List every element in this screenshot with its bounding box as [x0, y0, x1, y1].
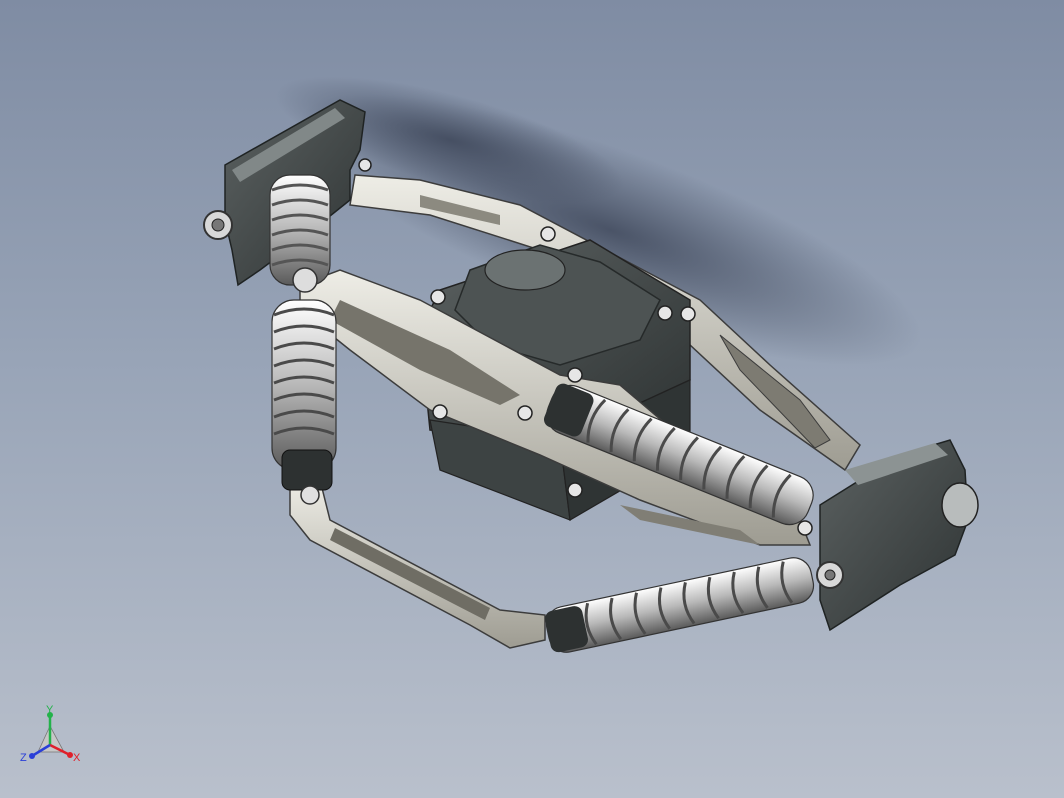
lower-diagonal-shock[interactable] [543, 554, 817, 655]
lower-arm[interactable] [289, 479, 546, 649]
suspension-assembly-model[interactable] [0, 0, 1064, 798]
view-orientation-triad[interactable]: Y X Z [18, 700, 88, 770]
x-axis-label: X [73, 752, 81, 764]
z-axis-label: Z [20, 752, 27, 764]
left-lower-shock[interactable] [271, 299, 337, 505]
graphics-viewport[interactable]: Y X Z [0, 0, 1064, 798]
left-upper-shock[interactable] [269, 174, 331, 293]
right-mount-bracket[interactable] [816, 439, 979, 632]
y-axis-label: Y [46, 704, 54, 716]
z-axis-arrowhead-icon [29, 753, 35, 759]
